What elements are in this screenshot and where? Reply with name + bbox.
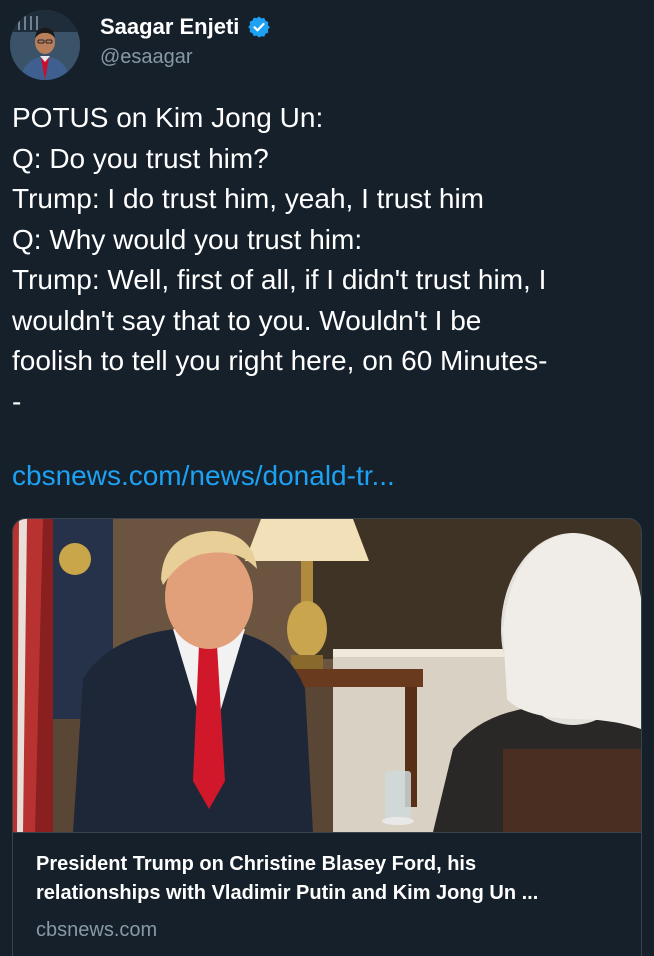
card-title-line: President Trump on Christine Blasey Ford… [36, 853, 477, 875]
tweet-line: foolish to tell you right here, on 60 Mi… [12, 345, 548, 376]
tweet-line: wouldn't say that to you. Wouldn't I be [12, 304, 482, 336]
interview-photo-icon [13, 519, 641, 832]
tweet-text: POTUS on Kim Jong Un: Q: Do you trust hi… [12, 98, 642, 422]
link-preview-card[interactable]: President Trump on Christine Blasey Ford… [12, 518, 642, 956]
tweet-line: Trump: Well, first of all, if I didn't t… [12, 264, 547, 295]
tweet-line: Trump: I do trust him, yeah, I trust him [12, 183, 484, 214]
card-title[interactable]: President Trump on Christine Blasey Ford… [36, 850, 626, 908]
card-domain: cbsnews.com [36, 919, 158, 941]
user-handle[interactable]: @esaagar [100, 46, 193, 69]
tweet-line: Q: Why would you trust him: [12, 223, 363, 255]
tweet-link[interactable]: cbsnews.com/news/donald-tr... [12, 460, 395, 492]
avatar[interactable] [10, 10, 80, 80]
verified-badge-icon [248, 16, 271, 38]
tweet-line: Q: Do you trust him? [12, 142, 269, 174]
card-title-line: relationships with Vladimir Putin and Ki… [36, 882, 539, 904]
tweet-line: - [12, 385, 22, 417]
tweet: Saagar Enjeti @esaagar POTUS on Kim Jong… [0, 0, 654, 956]
tweet-line: POTUS on Kim Jong Un: [12, 102, 324, 133]
display-name[interactable]: Saagar Enjeti [100, 14, 239, 40]
user-avatar-icon [10, 10, 80, 80]
card-image[interactable] [13, 519, 641, 833]
author-name-row: Saagar Enjeti [100, 14, 271, 40]
